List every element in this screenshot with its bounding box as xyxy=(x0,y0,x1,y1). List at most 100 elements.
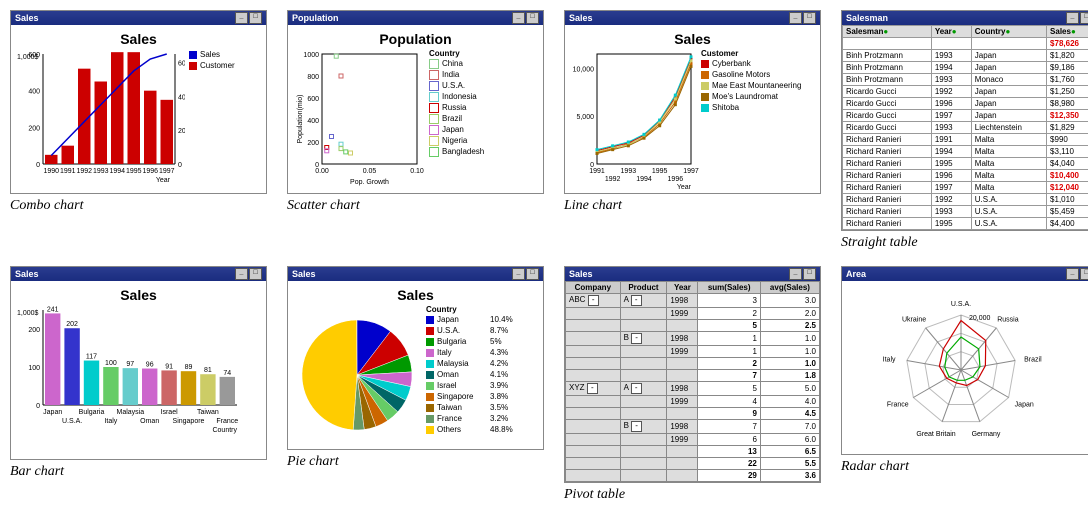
combo-plot: 1,000$0200400600020406019901991199219931… xyxy=(15,49,185,189)
table-row[interactable]: Binh Protzmann1994Japan$9,186 xyxy=(843,62,1088,74)
svg-text:100: 100 xyxy=(28,365,40,372)
svg-text:60: 60 xyxy=(178,60,185,67)
svg-text:1995: 1995 xyxy=(652,168,668,175)
minimize-icon[interactable]: _ xyxy=(789,12,802,24)
minimize-icon[interactable]: _ xyxy=(512,12,525,24)
maximize-icon[interactable]: □ xyxy=(1080,12,1088,24)
table-row[interactable]: Richard Ranieri1994Malta$3,110 xyxy=(843,146,1088,158)
column-header[interactable]: Year● xyxy=(931,26,971,38)
svg-text:France: France xyxy=(216,418,238,425)
legend-item: Moe's Laundromat xyxy=(701,91,801,102)
straight-table-window[interactable]: Salesman _□ Salesman●Year●Country●Sales●$… xyxy=(841,10,1088,231)
table-row[interactable]: Binh Protzmann1993Monaco$1,760 xyxy=(843,74,1088,86)
table-row[interactable]: Ricardo Gucci1997Japan$12,350 xyxy=(843,110,1088,122)
collapse-icon[interactable]: - xyxy=(631,295,642,306)
straight-table[interactable]: Salesman●Year●Country●Sales●$78,626Binh … xyxy=(842,25,1088,230)
column-header[interactable]: Salesman● xyxy=(843,26,932,38)
collapse-icon[interactable]: - xyxy=(631,333,642,344)
table-row[interactable]: XYZ -A -199855.0 xyxy=(566,382,820,396)
column-header[interactable]: sum(Sales) xyxy=(698,282,760,294)
svg-text:U.S.A.: U.S.A. xyxy=(951,301,971,308)
pie-chart-window[interactable]: Sales_□ Sales CountryJapan10.4%U.S.A.8.7… xyxy=(287,266,544,450)
svg-text:400: 400 xyxy=(28,89,40,96)
maximize-icon[interactable]: □ xyxy=(249,12,262,24)
bar-chart-window[interactable]: Sales_□ Sales 1,000$01002002412021171009… xyxy=(10,266,267,460)
svg-text:1997: 1997 xyxy=(159,168,175,175)
table-row[interactable]: 225.5 xyxy=(566,458,820,470)
column-header[interactable]: Year xyxy=(667,282,698,294)
pivot-table-window[interactable]: Sales_□ CompanyProductYearsum(Sales)avg(… xyxy=(564,266,821,483)
legend-item: Taiwan3.5% xyxy=(426,402,513,413)
svg-text:1994: 1994 xyxy=(636,176,652,183)
maximize-icon[interactable]: □ xyxy=(803,12,816,24)
table-row[interactable]: 199911.0 xyxy=(566,346,820,358)
svg-text:1995: 1995 xyxy=(126,168,142,175)
table-row[interactable]: 293.6 xyxy=(566,470,820,482)
table-row[interactable]: Ricardo Gucci1996Japan$8,980 xyxy=(843,98,1088,110)
column-header[interactable]: Company xyxy=(566,282,621,294)
pivot-table[interactable]: CompanyProductYearsum(Sales)avg(Sales)AB… xyxy=(565,281,820,482)
table-row[interactable]: B -199877.0 xyxy=(566,420,820,434)
radar-chart-window[interactable]: Area_□ U.S.A.RussiaBrazilJapanGermanyGre… xyxy=(841,266,1088,455)
column-header[interactable]: Sales● xyxy=(1047,26,1088,38)
table-row[interactable]: Binh Protzmann1993Japan$1,820 xyxy=(843,50,1088,62)
table-row[interactable]: Ricardo Gucci1992Japan$1,250 xyxy=(843,86,1088,98)
maximize-icon[interactable]: □ xyxy=(526,268,539,280)
minimize-icon[interactable]: _ xyxy=(1066,12,1079,24)
table-row[interactable]: Richard Ranieri1997Malta$12,040 xyxy=(843,182,1088,194)
table-row[interactable]: Richard Ranieri1995U.S.A.$4,400 xyxy=(843,218,1088,230)
table-row[interactable]: Richard Ranieri1995Malta$4,040 xyxy=(843,158,1088,170)
table-row[interactable]: ABC -A -199833.0 xyxy=(566,294,820,308)
table-row[interactable]: 71.8 xyxy=(566,370,820,382)
svg-text:1,000$: 1,000$ xyxy=(17,310,39,317)
minimize-icon[interactable]: _ xyxy=(1066,268,1079,280)
table-row[interactable]: Richard Ranieri1993U.S.A.$5,459 xyxy=(843,206,1088,218)
maximize-icon[interactable]: □ xyxy=(249,268,262,280)
maximize-icon[interactable]: □ xyxy=(803,268,816,280)
window-title: Area xyxy=(846,269,866,279)
table-row[interactable]: Ricardo Gucci1993Liechtenstein$1,829 xyxy=(843,122,1088,134)
collapse-icon[interactable]: - xyxy=(631,383,642,394)
minimize-icon[interactable]: _ xyxy=(789,268,802,280)
table-row[interactable]: 199922.0 xyxy=(566,308,820,320)
svg-text:1997: 1997 xyxy=(683,168,699,175)
table-row[interactable]: Richard Ranieri1991Malta$990 xyxy=(843,134,1088,146)
svg-text:200: 200 xyxy=(28,125,40,132)
collapse-icon[interactable]: - xyxy=(631,421,642,432)
window-title: Salesman xyxy=(846,13,888,23)
column-header[interactable]: avg(Sales) xyxy=(760,282,819,294)
legend-item: Malaysia4.2% xyxy=(426,358,513,369)
svg-text:Population(mio): Population(mio) xyxy=(297,94,304,143)
legend-item: France3.2% xyxy=(426,413,513,424)
minimize-icon[interactable]: _ xyxy=(235,12,248,24)
table-row[interactable]: 52.5 xyxy=(566,320,820,332)
collapse-icon[interactable]: - xyxy=(588,295,599,306)
combo-chart-window[interactable]: Sales_□ Sales 1,000$02004006000204060199… xyxy=(10,10,267,194)
minimize-icon[interactable]: _ xyxy=(512,268,525,280)
line-chart-window[interactable]: Sales_□ Sales 05,00010,00019911992199319… xyxy=(564,10,821,194)
svg-text:1993: 1993 xyxy=(93,168,109,175)
column-header[interactable]: Country● xyxy=(971,26,1046,38)
scatter-chart-window[interactable]: Population_□ Population 0200400600800100… xyxy=(287,10,544,194)
column-header[interactable]: Product xyxy=(620,282,667,294)
maximize-icon[interactable]: □ xyxy=(1080,268,1088,280)
table-row[interactable]: 199944.0 xyxy=(566,396,820,408)
table-row[interactable]: B -199811.0 xyxy=(566,332,820,346)
collapse-icon[interactable]: - xyxy=(587,383,598,394)
table-row[interactable]: 21.0 xyxy=(566,358,820,370)
maximize-icon[interactable]: □ xyxy=(526,12,539,24)
table-row[interactable]: Richard Ranieri1992U.S.A.$1,010 xyxy=(843,194,1088,206)
table-row[interactable]: 136.5 xyxy=(566,446,820,458)
table-row[interactable]: Richard Ranieri1996Malta$10,400 xyxy=(843,170,1088,182)
table-row[interactable]: 199966.0 xyxy=(566,434,820,446)
svg-text:Pop. Growth: Pop. Growth xyxy=(350,179,389,186)
minimize-icon[interactable]: _ xyxy=(235,268,248,280)
legend-item: Japan xyxy=(429,124,484,135)
svg-text:400: 400 xyxy=(307,118,319,125)
legend-item: Others48.8% xyxy=(426,424,513,435)
svg-text:0: 0 xyxy=(36,162,40,169)
caption: Combo chart xyxy=(10,198,267,214)
table-row[interactable]: 94.5 xyxy=(566,408,820,420)
svg-text:0.00: 0.00 xyxy=(315,168,329,175)
caption: Line chart xyxy=(564,198,821,214)
